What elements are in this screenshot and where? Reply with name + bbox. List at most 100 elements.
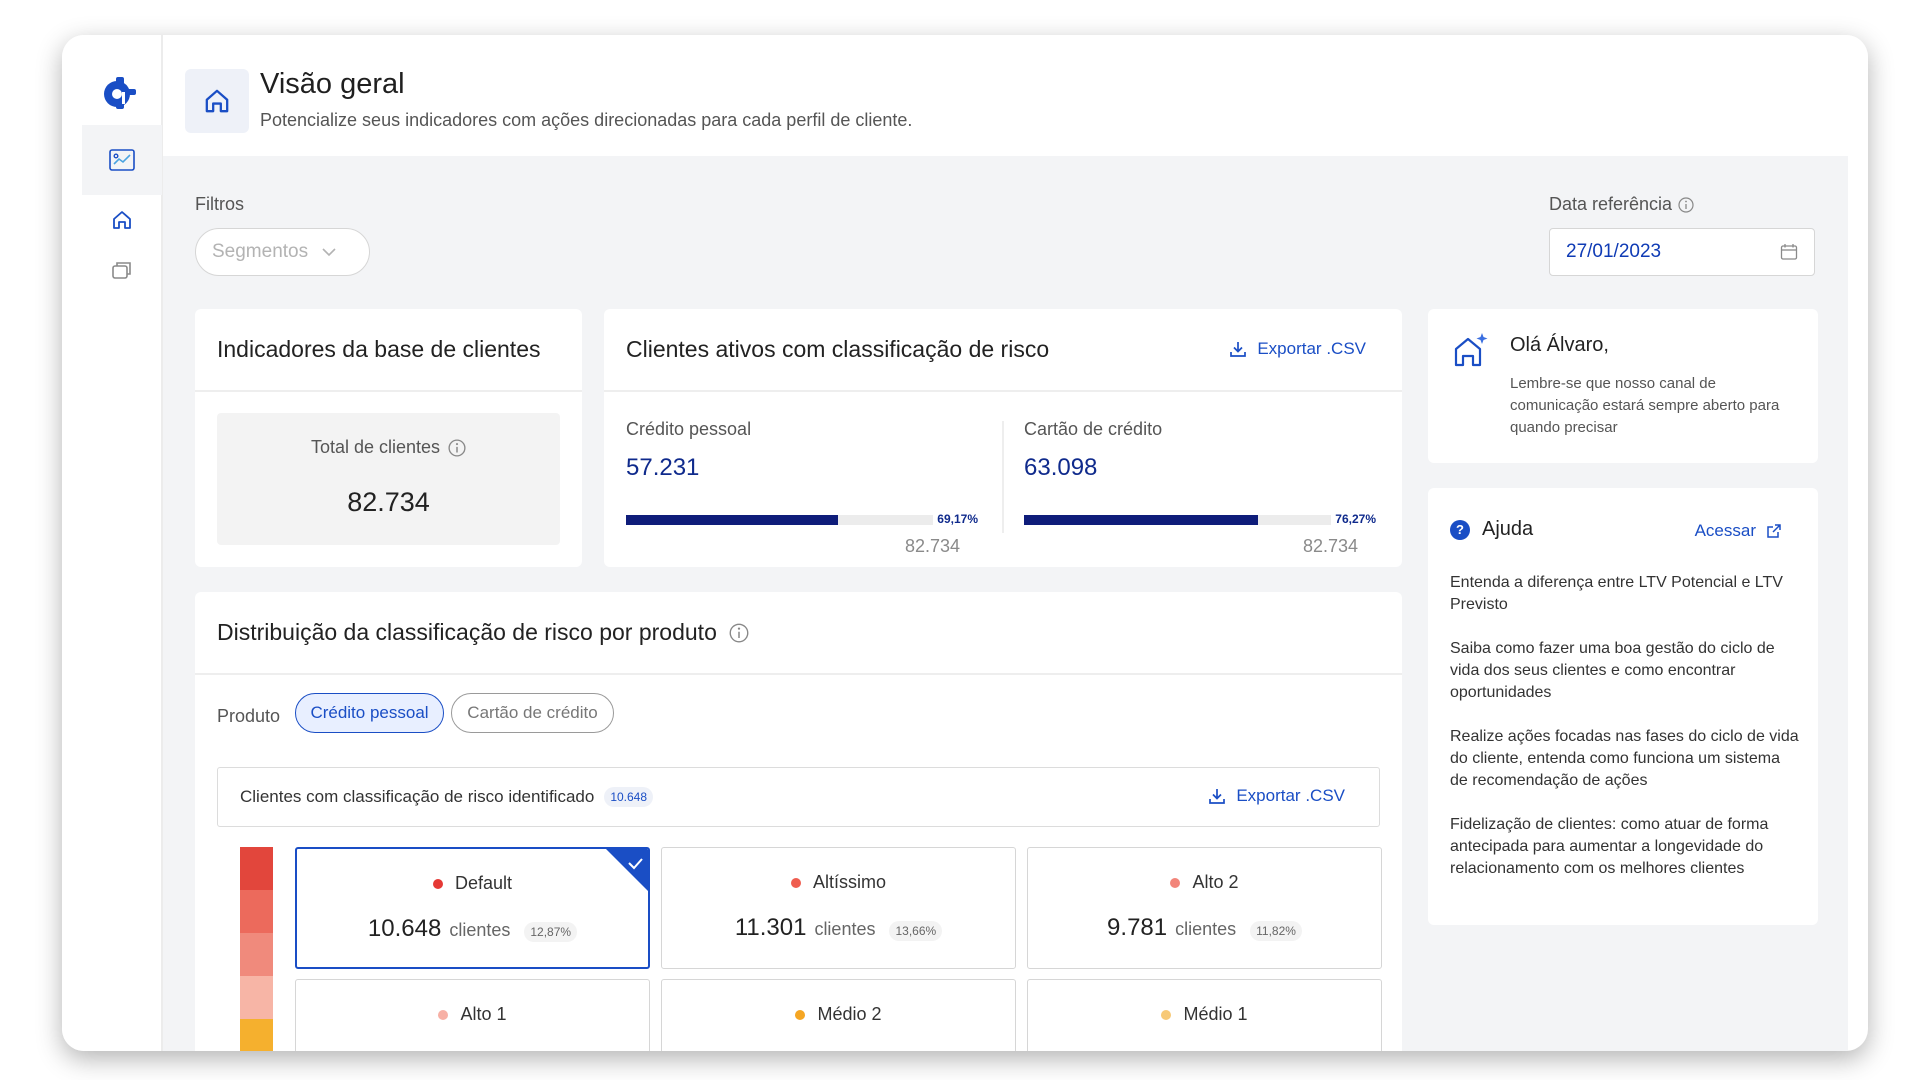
page-title: Visão geral (260, 68, 405, 100)
help-access-link[interactable]: Acessar (1695, 521, 1782, 541)
info-icon[interactable] (448, 438, 466, 457)
info-icon[interactable] (1678, 196, 1694, 213)
tile-count-unit: clientes (1175, 919, 1237, 939)
risk-product-total: 82.734 (1302, 536, 1358, 556)
sidebar (62, 35, 163, 1051)
windows-icon (112, 262, 131, 279)
help-link-recommendation[interactable]: Realize ações focadas nas fases do ciclo… (1450, 726, 1800, 792)
risk-scale-swatch (240, 1019, 273, 1051)
export-csv-button[interactable]: Exportar .CSV (1229, 339, 1366, 359)
risk-dot-icon (1161, 1009, 1172, 1020)
risk-product-value: 57.231 (626, 454, 700, 481)
progress-track (626, 515, 933, 525)
progress-track (1024, 515, 1331, 525)
risk-dot-icon (795, 1009, 806, 1020)
identified-risk-bar: Clientes com classificação de risco iden… (217, 767, 1380, 827)
greeting-title: Olá Álvaro, (1510, 334, 1609, 356)
tile-label: Médio 1 (1183, 1004, 1248, 1024)
tile-name: Default (297, 873, 648, 894)
export-csv-label: Exportar .CSV (1236, 786, 1345, 805)
help-card: ? Ajuda Acessar Entenda a diferença entr… (1428, 488, 1818, 925)
total-clients-value: 82.734 (347, 487, 430, 517)
tile-percent-badge: 12,87% (524, 922, 578, 942)
tile-name: Alto 2 (1028, 872, 1381, 893)
page-header: Visão geral Potencialize seus indicadore… (163, 35, 1868, 156)
tile-count: 9.781 clientes 11,82% (1028, 914, 1381, 942)
risk-product-label: Crédito pessoal (626, 419, 752, 439)
main-content: Filtros Segmentos Data referência 27/01/… (163, 156, 1848, 1051)
calendar-icon[interactable] (1780, 243, 1798, 261)
greeting-text: Lembre-se que nosso canal de comunicação… (1510, 375, 1780, 436)
divider (195, 390, 582, 392)
tile-percent-badge: 13,66% (889, 921, 943, 941)
help-link-loyalty[interactable]: Fidelização de clientes: como atuar de f… (1450, 814, 1800, 880)
tile-label: Default (454, 873, 513, 893)
identified-risk-label: Clientes com classificação de risco iden… (240, 787, 654, 807)
greeting-card: Olá Álvaro, Lembre-se que nosso canal de… (1428, 309, 1818, 463)
risk-scale-swatch (240, 933, 273, 976)
risk-tile-altissimo[interactable]: Altíssimo 11.301 clientes 13,66% (661, 847, 1016, 969)
tile-count: 11.301 clientes 13,66% (662, 914, 1015, 942)
risk-progress-bar: 69,17% (626, 512, 986, 526)
tile-count-value: 9.781 (1107, 914, 1168, 941)
chevron-down-icon (322, 247, 336, 256)
tile-label: Alto 1 (460, 1004, 507, 1024)
tab-cartao-de-credito[interactable]: Cartão de crédito (451, 693, 614, 733)
risk-product-value: 63.098 (1024, 454, 1098, 481)
divider (195, 673, 1402, 675)
risk-scale-swatch (240, 890, 273, 933)
brand-logo-icon[interactable] (102, 75, 138, 111)
segments-select[interactable]: Segmentos (195, 228, 370, 276)
download-icon (1209, 789, 1226, 804)
sidebar-item-windows[interactable] (82, 235, 162, 305)
home-sparkle-icon (1450, 331, 1490, 376)
help-access-label: Acessar (1694, 521, 1756, 540)
home-icon (113, 211, 131, 229)
risk-tile-default[interactable]: Default 10.648 clientes 12,87% (295, 847, 650, 969)
tile-count-value: 10.648 (367, 915, 442, 942)
help-title: Ajuda (1482, 518, 1534, 540)
question-icon: ? (1450, 519, 1470, 540)
help-header: ? Ajuda (1450, 518, 1533, 541)
risk-dot-icon (432, 878, 443, 889)
total-clients-box: Total de clientes 82.734 (217, 413, 560, 545)
identified-risk-text: Clientes com classificação de risco iden… (240, 787, 595, 806)
risk-color-scale (240, 847, 273, 1051)
app-window: Visão geral Potencialize seus indicadore… (62, 35, 1868, 1051)
distribution-title: Distribuição da classificação de risco p… (217, 619, 749, 646)
total-clients-label: Total de clientes (217, 437, 560, 458)
risk-product-label: Cartão de crédito (1024, 419, 1163, 439)
risk-dot-icon (790, 877, 801, 888)
date-reference-input[interactable]: 27/01/2023 (1549, 228, 1815, 276)
external-link-icon (1767, 524, 1781, 538)
risk-tile-alto-2[interactable]: Alto 2 9.781 clientes 11,82% (1027, 847, 1382, 969)
progress-fill (626, 515, 839, 525)
identified-count-badge: 10.648 (604, 787, 654, 807)
divider (604, 390, 1402, 392)
progress-percent: 76,27% (1335, 512, 1376, 526)
progress-percent: 69,17% (937, 512, 978, 526)
filters-label: Filtros (195, 194, 244, 214)
tile-name: Alto 1 (296, 1004, 649, 1025)
date-reference-text: Data referência (1549, 194, 1673, 214)
check-icon (606, 849, 648, 891)
risk-tile-medio-1[interactable]: Médio 1 (1027, 979, 1382, 1051)
tile-percent-badge: 11,82% (1250, 921, 1302, 941)
date-reference-label: Data referência (1549, 194, 1694, 215)
tab-credito-pessoal[interactable]: Crédito pessoal (295, 693, 444, 733)
tile-label: Altíssimo (812, 872, 886, 892)
indicators-title: Indicadores da base de clientes (217, 336, 541, 362)
risk-title: Clientes ativos com classificação de ris… (626, 336, 1050, 362)
info-icon[interactable] (729, 623, 749, 643)
help-link-ltv[interactable]: Entenda a diferença entre LTV Potencial … (1450, 572, 1800, 616)
help-list: Entenda a diferença entre LTV Potencial … (1450, 572, 1800, 902)
date-reference-value: 27/01/2023 (1566, 241, 1662, 262)
export-csv-button[interactable]: Exportar .CSV (1208, 786, 1345, 806)
help-link-lifecycle[interactable]: Saiba como fazer uma boa gestão do ciclo… (1450, 638, 1800, 704)
tile-count-value: 11.301 (734, 914, 807, 941)
tile-name: Médio 2 (662, 1004, 1015, 1025)
risk-tile-alto-1[interactable]: Alto 1 (295, 979, 650, 1051)
risk-tile-medio-2[interactable]: Médio 2 (661, 979, 1016, 1051)
risk-product-cartao: Cartão de crédito 63.098 76,27% 82.734 (1024, 419, 1384, 556)
distribution-card: Distribuição da classificação de risco p… (195, 592, 1402, 1051)
